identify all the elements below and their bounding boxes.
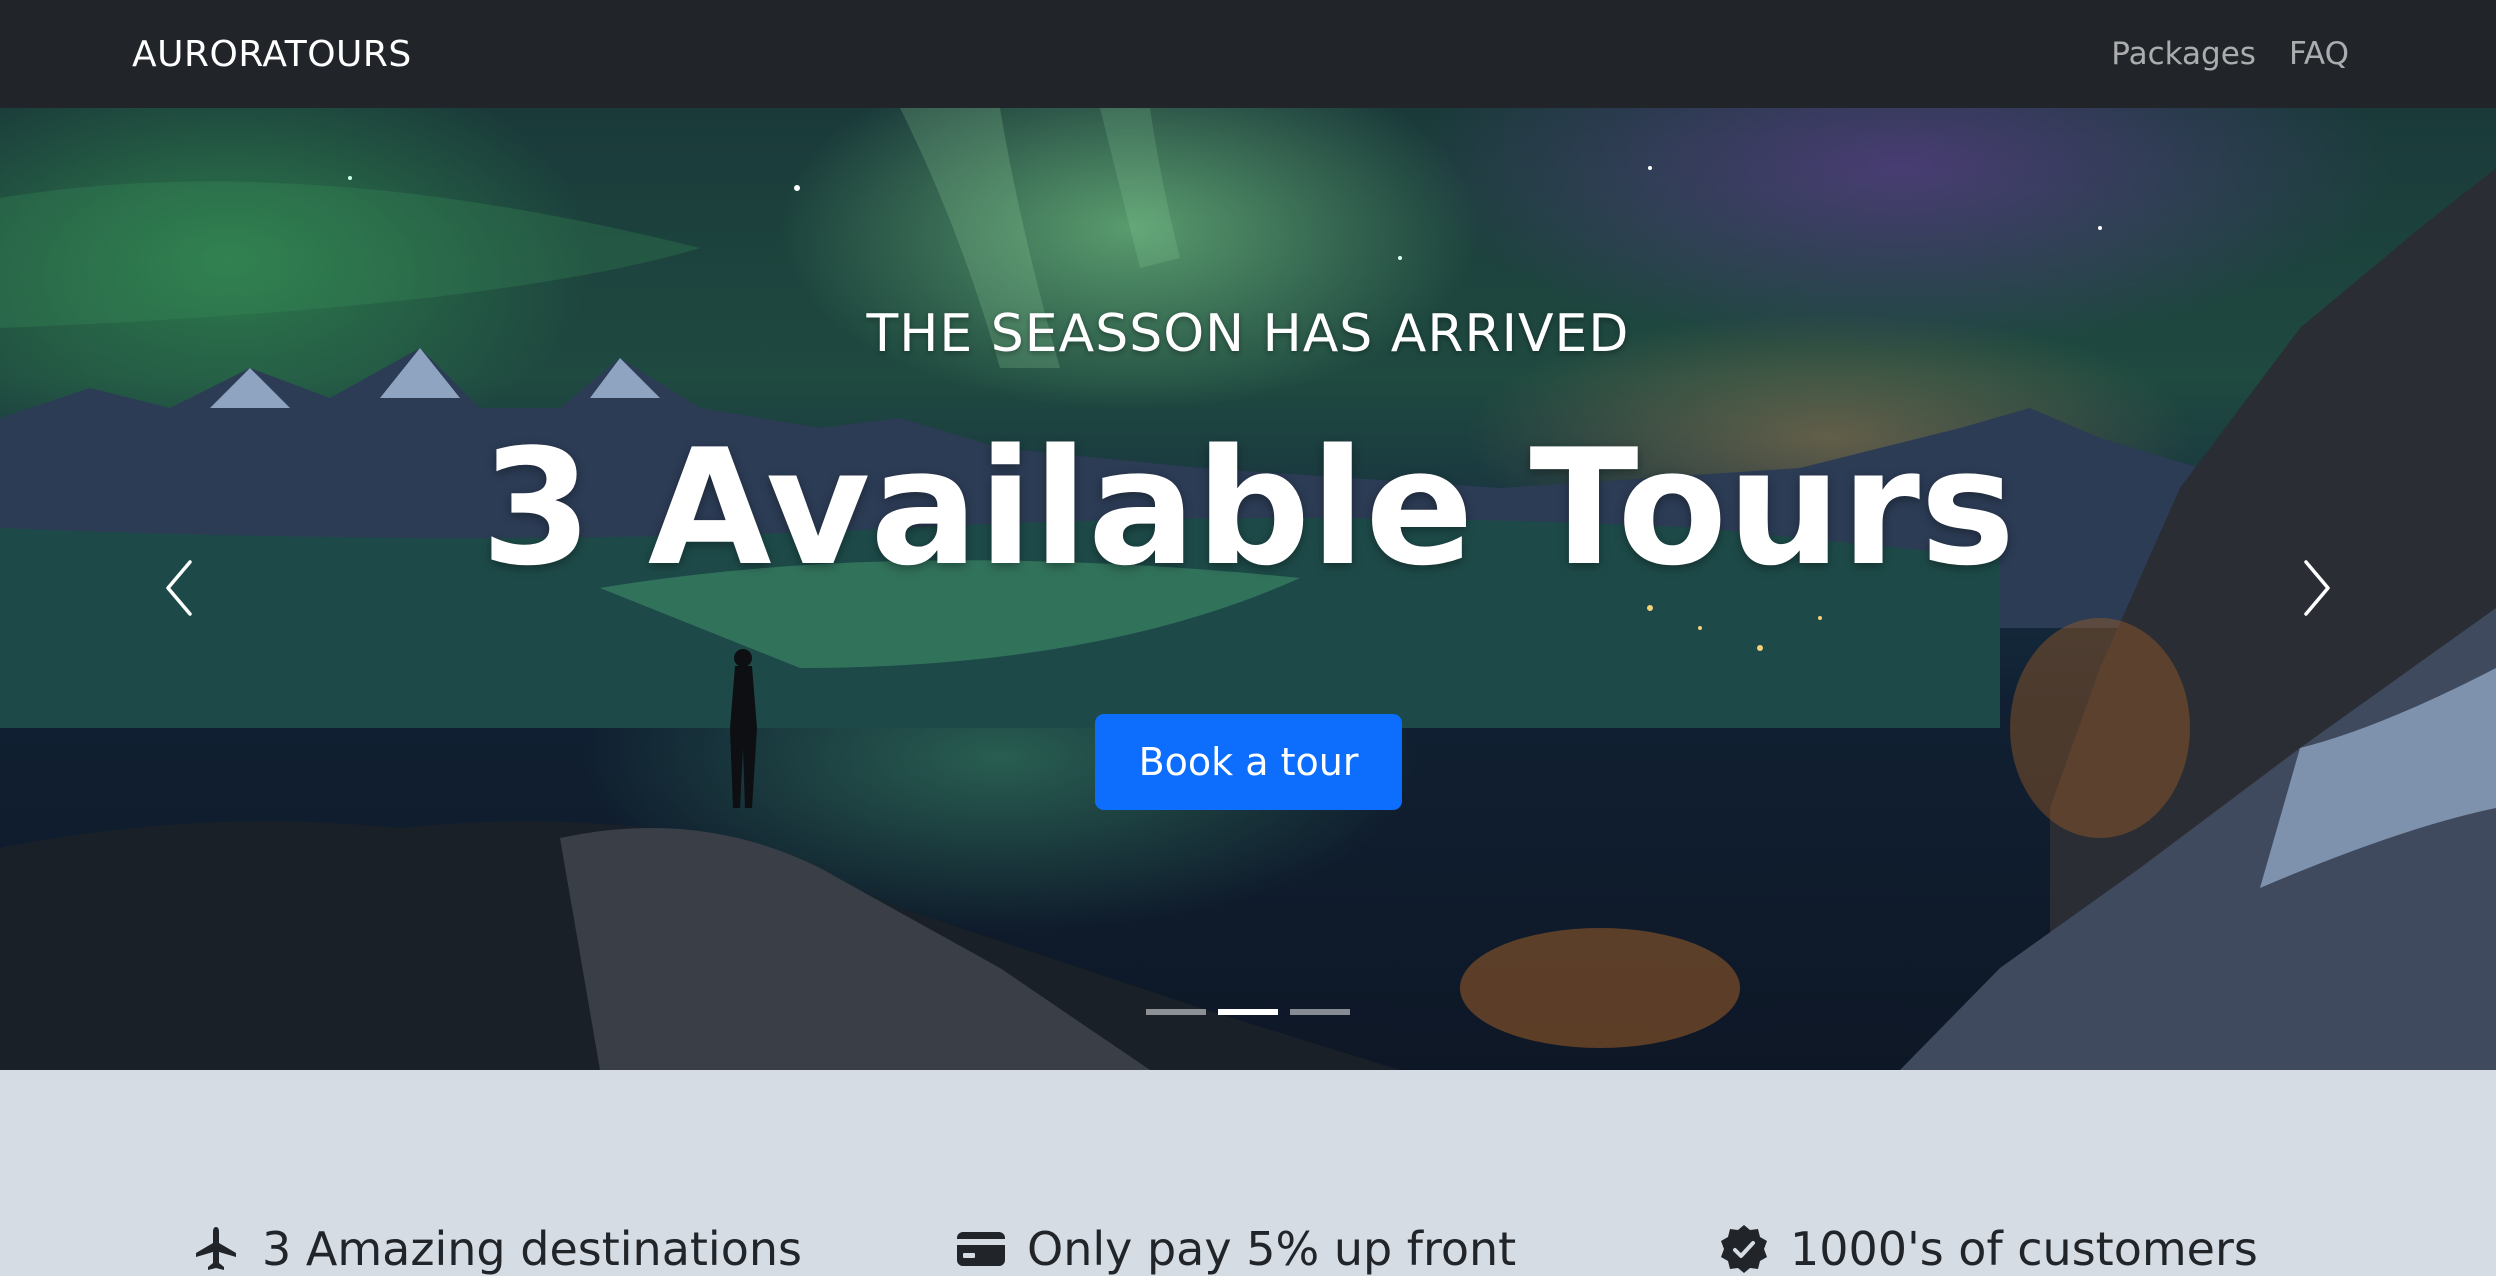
nav-link-faq[interactable]: FAQ [2289, 36, 2349, 72]
carousel-indicator-3[interactable] [1290, 1009, 1350, 1015]
carousel-next-button[interactable] [2276, 528, 2356, 648]
book-tour-button[interactable]: Book a tour [1095, 714, 1402, 810]
features-section: 3 Amazing destinations Only pay 5% up fr… [0, 1070, 2496, 1276]
feature-payment: Only pay 5% up front [955, 1222, 1516, 1276]
feature-customers: 1000's of customers [1718, 1222, 2258, 1276]
hero-carousel: THE SEASSON HAS ARRIVED 3 Available Tour… [0, 108, 2496, 1070]
hero-subtitle: THE SEASSON HAS ARRIVED [866, 304, 1630, 364]
verified-badge-icon [1721, 1225, 1767, 1273]
carousel-indicators [0, 1009, 2496, 1015]
chevron-left-icon [166, 560, 192, 616]
nav-link-packages[interactable]: Packages [2111, 36, 2256, 72]
feature-label: Only pay 5% up front [1027, 1222, 1517, 1276]
credit-card-icon [957, 1232, 1005, 1266]
chevron-right-icon [2304, 560, 2330, 616]
hero-title: 3 Available Tours [480, 414, 2016, 601]
airplane-icon [196, 1227, 236, 1270]
carousel-prev-button[interactable] [140, 528, 220, 648]
brand-logo[interactable]: AURORATOURS [132, 34, 412, 75]
feature-label: 3 Amazing destinations [262, 1222, 802, 1276]
feature-destinations: 3 Amazing destinations [190, 1222, 802, 1276]
nav-links: Packages FAQ [2111, 36, 2349, 72]
navbar: AURORATOURS Packages FAQ [0, 0, 2496, 108]
carousel-indicator-2[interactable] [1218, 1009, 1278, 1015]
carousel-indicator-1[interactable] [1146, 1009, 1206, 1015]
feature-label: 1000's of customers [1790, 1222, 2258, 1276]
